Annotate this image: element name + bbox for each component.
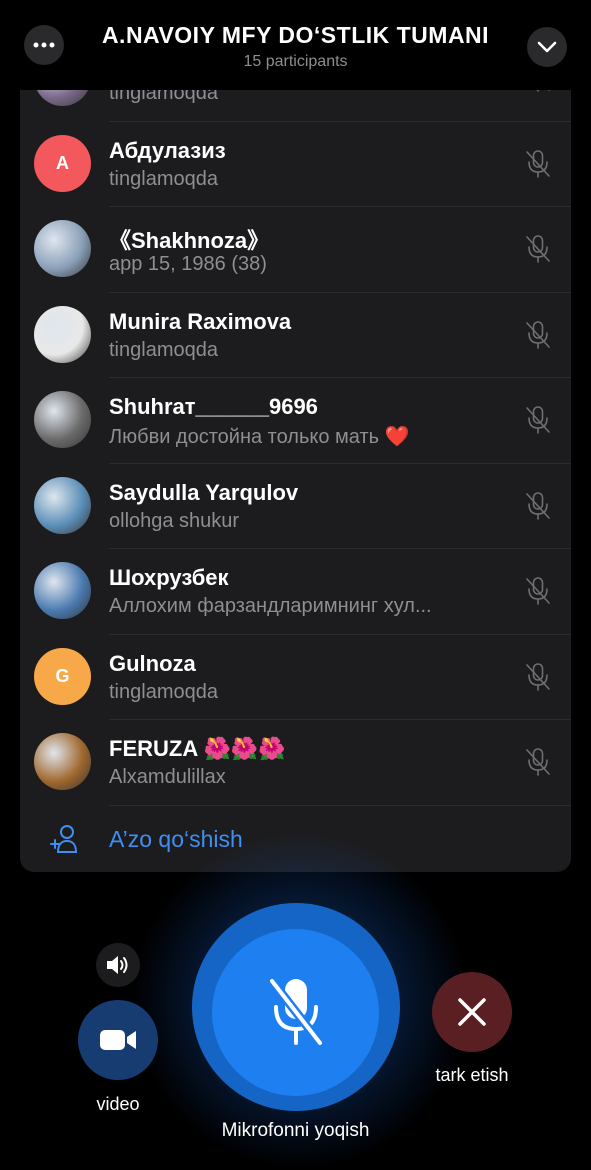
row-divider <box>109 206 571 207</box>
participant-name: Shuhraт______9696 <box>109 394 318 419</box>
participant-status: арр 15, 1986 (38) <box>109 253 267 275</box>
muted-mic-icon <box>537 90 550 92</box>
participant-status: tinglamoqda <box>109 90 218 104</box>
leave-button[interactable] <box>432 972 512 1052</box>
muted-mic-icon <box>526 662 550 691</box>
participant-row[interactable]: Шохрузбек Аллохим фарзандларимнинг хул... <box>20 548 571 634</box>
participant-status: ollohga shukur <box>109 509 240 532</box>
avatar: A <box>34 134 91 192</box>
participant-name: FERUZA 🌺🌺🌺 <box>109 736 286 761</box>
avatar <box>34 476 91 534</box>
muted-mic-icon <box>526 320 550 349</box>
participant-row[interactable]: Munira Raximova tinglamoqda <box>20 291 571 378</box>
muted-mic-icon <box>526 491 550 520</box>
avatar <box>34 220 91 277</box>
participant-status: Любви достойна только мать ❤️ <box>109 426 410 448</box>
participant-row[interactable]: Shuhraт______9696 Любви достойна только м… <box>20 377 571 463</box>
participant-status: Аллохим фарзандларимнинг хул... <box>109 595 432 617</box>
row-divider <box>109 719 571 720</box>
avatar <box>34 733 91 790</box>
mic-off-icon <box>267 976 324 1047</box>
participant-name: Munira Raximova <box>109 308 292 334</box>
muted-mic-icon <box>526 577 550 605</box>
row-divider <box>109 462 571 464</box>
participants-count: 15 participants <box>243 53 348 70</box>
avatar <box>34 562 91 619</box>
video-camera-icon <box>100 1030 136 1050</box>
participant-row[interactable]: tinglamoqda <box>20 90 571 121</box>
participant-status: Alxamdulillax <box>109 766 226 788</box>
participant-name: Абдулазиз <box>109 137 226 163</box>
row-divider <box>109 633 571 635</box>
participant-row[interactable]: 《Shakhnoza》 арр 15, 1986 (38) <box>20 206 571 292</box>
participant-status: tinglamoqda <box>109 167 218 190</box>
participant-name: Saydulla Yarqulov <box>109 479 299 505</box>
row-divider <box>109 377 571 378</box>
participant-name: 《Shakhnoza》 <box>109 228 270 253</box>
avatar <box>34 305 91 363</box>
row-divider <box>109 291 571 293</box>
avatar: G <box>34 647 91 705</box>
avatar-initial: A <box>56 152 69 173</box>
chevron-down-icon <box>537 41 557 53</box>
video-label: video <box>96 1094 140 1114</box>
muted-mic-icon <box>526 406 550 434</box>
avatar-initial: G <box>55 665 70 686</box>
participant-status: tinglamoqda <box>109 338 218 361</box>
row-divider <box>109 548 571 549</box>
participant-row[interactable]: A Абдулазиз tinglamoqda <box>20 120 571 207</box>
group-title: A.NAVOIY MFY DO‘STLIK TUMANI <box>101 22 490 48</box>
participant-row[interactable]: FERUZA 🌺🌺🌺 Alxamdulillax <box>20 719 571 805</box>
row-divider <box>109 120 571 122</box>
participant-name: Gulnoza <box>109 650 196 676</box>
close-icon <box>458 998 486 1026</box>
muted-mic-icon <box>526 235 550 263</box>
collapse-button[interactable] <box>527 27 567 67</box>
leave-label: tark etish <box>435 1065 509 1085</box>
participant-row[interactable]: Saydulla Yarqulov ollohga shukur <box>20 462 571 549</box>
muted-mic-icon <box>526 748 550 776</box>
call-header: A.NAVOIY MFY DO‘STLIK TUMANI 15 particip… <box>0 0 591 90</box>
muted-mic-icon <box>526 149 550 178</box>
speaker-button[interactable] <box>96 943 140 987</box>
participants-list[interactable]: tinglamoqda A Абдулазиз tinglamoqda 《Shakhno… <box>20 90 571 872</box>
microphone-button[interactable] <box>212 929 379 1096</box>
video-button[interactable] <box>78 1000 158 1080</box>
add-person-icon <box>50 825 78 853</box>
speaker-icon <box>107 956 128 974</box>
mic-label: Mikrofonni yoqish <box>221 1120 370 1141</box>
participant-row[interactable]: G Gulnoza tinglamoqda <box>20 633 571 720</box>
participant-status: tinglamoqda <box>109 680 218 703</box>
participant-name: Шохрузбек <box>109 565 229 590</box>
avatar <box>34 90 91 106</box>
avatar <box>34 391 91 448</box>
